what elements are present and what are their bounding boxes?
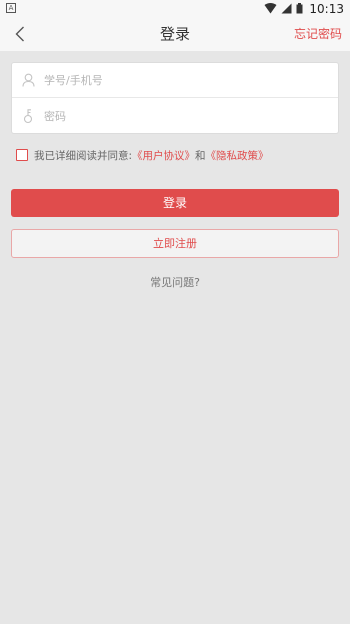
username-input[interactable] bbox=[44, 70, 304, 90]
status-time: 10:13 bbox=[309, 1, 344, 16]
password-row bbox=[12, 99, 338, 134]
password-input[interactable] bbox=[44, 106, 304, 127]
agreement-and: 和 bbox=[195, 149, 206, 162]
navigation-bar: 登录 忘记密码 bbox=[0, 17, 350, 51]
status-bar: A 10:13 bbox=[0, 0, 350, 17]
user-agreement-link[interactable]: 《用户协议》 bbox=[132, 148, 195, 163]
login-button[interactable]: 登录 bbox=[11, 189, 339, 217]
wifi-icon bbox=[264, 3, 277, 14]
agreement-checkbox[interactable] bbox=[16, 149, 28, 161]
notification-a-icon: A bbox=[6, 3, 16, 13]
key-icon bbox=[12, 109, 44, 124]
battery-icon bbox=[296, 3, 303, 14]
signal-icon bbox=[281, 3, 292, 14]
agreement-row: 我已详细阅读并同意: 《用户协议》 和 《隐私政策》 bbox=[16, 148, 269, 162]
login-form bbox=[11, 62, 339, 134]
register-button[interactable]: 立即注册 bbox=[11, 229, 339, 258]
user-icon bbox=[12, 73, 44, 87]
status-icons: 10:13 bbox=[264, 1, 344, 16]
faq-link[interactable]: 常见问题? bbox=[0, 274, 350, 290]
agreement-text: 我已详细阅读并同意: bbox=[34, 149, 133, 162]
forgot-password-link[interactable]: 忘记密码 bbox=[294, 17, 342, 51]
privacy-policy-link[interactable]: 《隐私政策》 bbox=[206, 148, 269, 163]
username-row bbox=[12, 63, 338, 98]
